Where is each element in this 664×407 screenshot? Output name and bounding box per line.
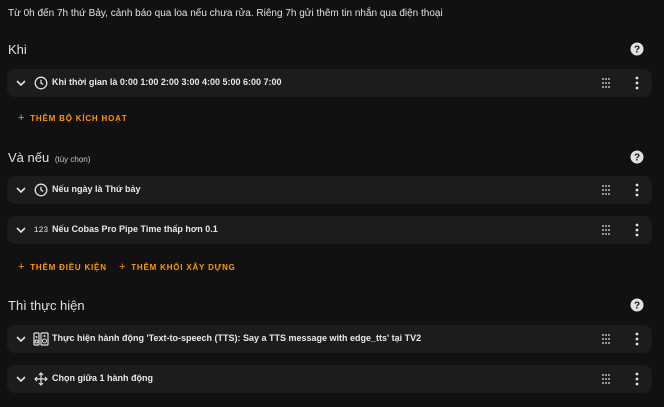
more-vert-icon[interactable] [634, 76, 640, 90]
action-card-choose[interactable]: Chọn giữa 1 hành động [7, 365, 652, 393]
clock-icon [33, 75, 49, 91]
more-vert-icon[interactable] [634, 372, 640, 386]
more-vert-icon[interactable] [634, 183, 640, 197]
drag-handle-icon[interactable] [600, 373, 612, 385]
chevron-down-icon[interactable] [15, 77, 27, 89]
more-vert-icon[interactable] [634, 332, 640, 346]
plus-icon: + [18, 112, 26, 124]
section-title-then: Thì thực hiện [8, 298, 85, 313]
svg-text:?: ? [634, 301, 640, 312]
condition-card-weekday[interactable]: Nếu ngày là Thứ bảy [7, 176, 652, 204]
chevron-down-icon[interactable] [15, 184, 27, 196]
chevron-down-icon[interactable] [15, 224, 27, 236]
svg-text:?: ? [634, 45, 640, 56]
numeric-icon: 123 [33, 225, 49, 235]
help-icon[interactable]: ? [630, 298, 644, 312]
svg-text:?: ? [634, 153, 640, 164]
section-title-when: Khi [8, 42, 27, 57]
clock-icon [33, 182, 49, 198]
section-title-and-if: Và nếu (tùy chọn) [8, 150, 91, 165]
plus-icon: + [18, 261, 26, 273]
trigger-label: Khi thời gian là 0:00 1:00 2:00 3:00 4:0… [52, 77, 282, 87]
chevron-down-icon[interactable] [15, 373, 27, 385]
plus-icon: + [119, 261, 127, 273]
drag-handle-icon[interactable] [600, 333, 612, 345]
more-vert-icon[interactable] [634, 223, 640, 237]
add-trigger-button[interactable]: + THÊM BỘ KÍCH HOẠT [18, 112, 127, 124]
condition-label: Nếu ngày là Thứ bảy [52, 184, 141, 194]
add-building-block-button[interactable]: + THÊM KHỐI XÂY DỰNG [119, 261, 236, 273]
action-label: Chọn giữa 1 hành động [52, 373, 154, 383]
automation-description: Từ 0h đến 7h thứ Bảy, cảnh báo qua loa n… [8, 8, 443, 19]
drag-handle-icon[interactable] [600, 184, 612, 196]
speaker-icon [33, 331, 49, 347]
action-card-tts[interactable]: Thực hiện hành động 'Text-to-speech (TTS… [7, 325, 652, 353]
drag-handle-icon[interactable] [600, 224, 612, 236]
help-icon[interactable]: ? [630, 150, 644, 164]
chevron-down-icon[interactable] [15, 333, 27, 345]
help-icon[interactable]: ? [630, 42, 644, 56]
choose-icon [33, 371, 49, 387]
action-label: Thực hiện hành động 'Text-to-speech (TTS… [52, 333, 422, 343]
trigger-card-time[interactable]: Khi thời gian là 0:00 1:00 2:00 3:00 4:0… [7, 69, 652, 97]
condition-label: Nếu Cobas Pro Pipe Time thấp hơn 0.1 [52, 224, 218, 234]
drag-handle-icon[interactable] [600, 77, 612, 89]
condition-card-numeric[interactable]: 123 Nếu Cobas Pro Pipe Time thấp hơn 0.1 [7, 216, 652, 244]
add-condition-button[interactable]: + THÊM ĐIỀU KIỆN [18, 261, 107, 273]
